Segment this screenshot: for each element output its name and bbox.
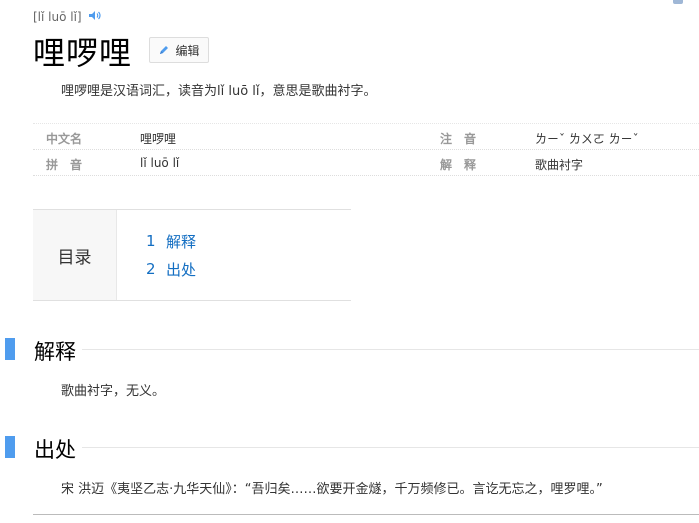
info-row: 拼 音 lǐ luō lǐ 解 释 歌曲衬字	[33, 150, 699, 176]
edit-label: 编辑	[175, 43, 200, 58]
table-of-contents: 目录 1 解释 2 出处	[33, 209, 351, 301]
explanation-text: 歌曲衬字，无义。	[61, 384, 166, 399]
info-row: 中文名 哩啰哩 注 音 ㄌㄧˇ ㄌㄨㄛ ㄌㄧˇ	[33, 123, 699, 150]
info-label: 拼 音	[46, 158, 83, 172]
page-title: 哩啰哩	[33, 34, 133, 72]
edit-button[interactable]: 编辑	[149, 37, 209, 63]
info-value: 哩啰哩	[140, 132, 177, 146]
corner-badge	[673, 0, 683, 4]
info-label: 注 音	[440, 132, 477, 146]
toc-item-label[interactable]: 解释	[166, 231, 196, 252]
toc-item-source[interactable]: 2 出处	[146, 255, 196, 283]
pinyin-text: [lǐ luō lǐ]	[33, 10, 82, 24]
toc-item-label[interactable]: 出处	[166, 259, 196, 280]
pronunciation: [lǐ luō lǐ]	[33, 10, 101, 24]
info-label: 中文名	[46, 132, 83, 146]
speaker-icon[interactable]	[88, 10, 101, 24]
toc-item-number: 1	[146, 232, 156, 250]
section-marker	[5, 436, 15, 458]
section-title-explanation: 解释	[34, 340, 76, 364]
summary-text: 哩啰哩是汉语词汇，读音为lǐ luō lǐ，意思是歌曲衬字。	[61, 84, 377, 99]
toc-heading: 目录	[33, 210, 117, 300]
source-text: 宋 洪迈《夷坚乙志·九华天仙》：“吾归矣……欲要开金燧，千万频修已。言讫无忘之，…	[61, 482, 603, 497]
info-value: ㄌㄧˇ ㄌㄨㄛ ㄌㄧˇ	[535, 132, 639, 146]
info-value: lǐ luō lǐ	[140, 156, 180, 170]
toc-item-explanation[interactable]: 1 解释	[146, 227, 196, 255]
section-divider	[82, 447, 699, 448]
pencil-icon	[160, 46, 169, 54]
section-title-source: 出处	[34, 438, 76, 462]
info-table: 中文名 哩啰哩 注 音 ㄌㄧˇ ㄌㄨㄛ ㄌㄧˇ 拼 音 lǐ luō lǐ 解 …	[33, 123, 699, 176]
toc-list: 1 解释 2 出处	[117, 210, 196, 300]
info-value: 歌曲衬字	[535, 158, 584, 172]
toc-item-number: 2	[146, 260, 156, 278]
section-marker	[5, 338, 15, 360]
divider	[33, 514, 699, 515]
info-label: 解 释	[440, 158, 477, 172]
section-divider	[82, 349, 699, 350]
